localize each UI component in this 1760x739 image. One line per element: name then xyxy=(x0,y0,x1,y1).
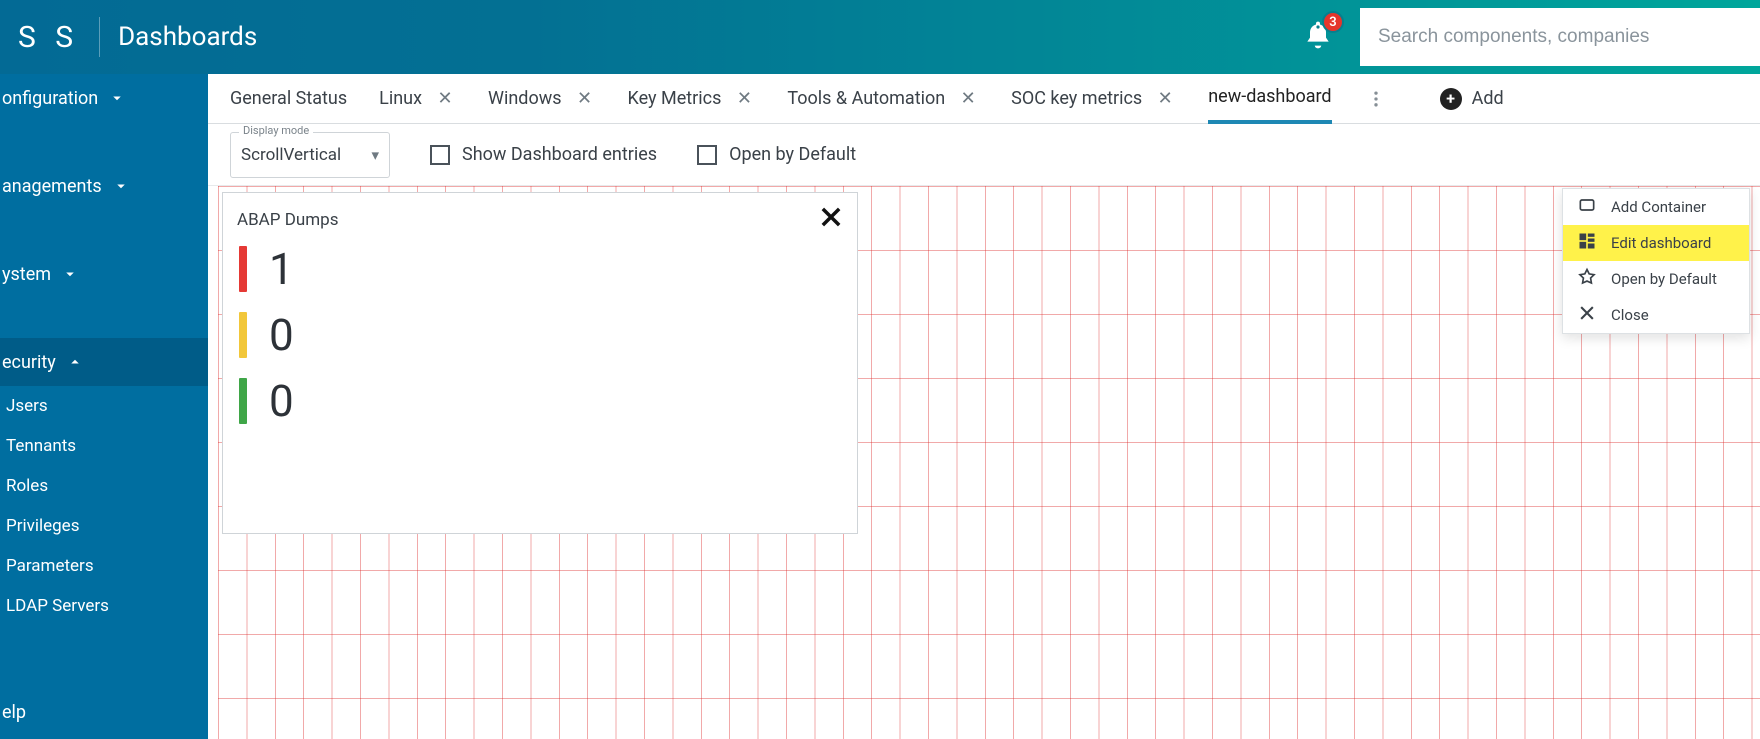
grid-icon xyxy=(1577,231,1597,255)
sidebar-sub-label: Roles xyxy=(6,476,48,496)
menu-label: Add Container xyxy=(1611,198,1706,216)
tab-label: Key Metrics xyxy=(628,88,722,109)
metric-row-red: 1 xyxy=(223,236,857,302)
close-icon[interactable]: ✕ xyxy=(957,88,979,110)
close-icon[interactable]: ✕ xyxy=(1154,88,1176,110)
checkbox-icon xyxy=(697,145,717,165)
tab-soc-key-metrics[interactable]: SOC key metrics ✕ xyxy=(1011,74,1176,124)
sidebar-sub-users[interactable]: Jsers xyxy=(0,386,208,426)
tab-label: SOC key metrics xyxy=(1011,88,1142,109)
add-tab-label: Add xyxy=(1472,88,1504,109)
menu-label: Open by Default xyxy=(1611,270,1717,288)
tab-linux[interactable]: Linux ✕ xyxy=(379,74,456,124)
tab-tools-automation[interactable]: Tools & Automation ✕ xyxy=(787,74,979,124)
close-icon[interactable]: ✕ xyxy=(733,88,755,110)
close-icon[interactable]: ✕ xyxy=(434,88,456,110)
checkbox-label: Open by Default xyxy=(729,144,856,165)
tabs-row: General Status Linux ✕ Windows ✕ Key Met… xyxy=(208,74,1760,124)
metric-row-yellow: 0 xyxy=(223,302,857,368)
sidebar: onfiguration anagements ystem ecurity Js… xyxy=(0,74,208,739)
chevron-down-icon: ▾ xyxy=(371,146,379,164)
page-title: Dashboards xyxy=(118,22,257,52)
search-box[interactable] xyxy=(1360,8,1760,66)
sidebar-sub-label: LDAP Servers xyxy=(6,596,109,616)
tab-more-button[interactable] xyxy=(1364,74,1388,124)
tab-label: Tools & Automation xyxy=(787,88,945,109)
sidebar-sub-label: Parameters xyxy=(6,556,94,576)
sidebar-sub-ldap-servers[interactable]: LDAP Servers xyxy=(0,586,208,626)
dashboard-canvas[interactable]: ABAP Dumps 1 0 0 xyxy=(218,186,1760,739)
sidebar-item-configuration[interactable]: onfiguration xyxy=(0,74,208,122)
toolbar: Display mode ScrollVertical ▾ Show Dashb… xyxy=(208,124,1760,186)
display-mode-legend: Display mode xyxy=(239,124,313,137)
close-icon[interactable]: ✕ xyxy=(574,88,596,110)
tab-general-status[interactable]: General Status xyxy=(230,74,347,124)
chevron-down-icon xyxy=(61,265,79,283)
bell-icon xyxy=(1302,37,1334,55)
widget-close-button[interactable] xyxy=(817,203,845,236)
tab-label: Linux xyxy=(379,88,422,109)
menu-label: Edit dashboard xyxy=(1611,234,1711,252)
chevron-down-icon xyxy=(112,177,130,195)
notifications-button[interactable]: 3 xyxy=(1302,19,1334,55)
sidebar-item-help[interactable]: elp xyxy=(0,688,208,736)
sidebar-item-system[interactable]: ystem xyxy=(0,250,208,298)
notification-badge: 3 xyxy=(1322,11,1344,33)
menu-edit-dashboard[interactable]: Edit dashboard xyxy=(1563,225,1749,261)
status-bar-red-icon xyxy=(239,246,247,292)
checkbox-label: Show Dashboard entries xyxy=(462,144,657,165)
tab-label: General Status xyxy=(230,88,347,109)
sidebar-item-security[interactable]: ecurity xyxy=(0,338,208,386)
sidebar-sub-label: Tennants xyxy=(6,436,76,456)
widget-title: ABAP Dumps xyxy=(237,210,338,230)
tab-new-dashboard[interactable]: new-dashboard xyxy=(1208,74,1331,124)
sidebar-item-label: anagements xyxy=(2,176,102,197)
add-tab-button[interactable]: + Add xyxy=(1440,88,1504,110)
tab-label: Windows xyxy=(488,88,562,109)
checkbox-icon xyxy=(430,145,450,165)
square-icon xyxy=(1577,195,1597,219)
menu-add-container[interactable]: Add Container xyxy=(1563,189,1749,225)
metric-row-green: 0 xyxy=(223,368,857,434)
sidebar-sub-label: Jsers xyxy=(6,396,48,416)
sidebar-sub-roles[interactable]: Roles xyxy=(0,466,208,506)
sidebar-item-label: elp xyxy=(2,702,26,723)
search-input[interactable] xyxy=(1378,26,1742,48)
sidebar-sub-parameters[interactable]: Parameters xyxy=(0,546,208,586)
open-by-default-checkbox[interactable]: Open by Default xyxy=(697,144,856,165)
status-bar-green-icon xyxy=(239,378,247,424)
menu-label: Close xyxy=(1611,306,1649,324)
widget-abap-dumps[interactable]: ABAP Dumps 1 0 0 xyxy=(222,192,858,534)
metric-value: 0 xyxy=(269,375,294,427)
show-dashboard-entries-checkbox[interactable]: Show Dashboard entries xyxy=(430,144,657,165)
sidebar-sub-label: Privileges xyxy=(6,516,79,536)
sidebar-item-label: onfiguration xyxy=(2,88,98,109)
display-mode-select[interactable]: Display mode ScrollVertical ▾ xyxy=(230,132,390,178)
display-mode-value: ScrollVertical xyxy=(241,145,371,165)
star-icon xyxy=(1577,267,1597,291)
brand-separator xyxy=(99,17,100,57)
tab-label: new-dashboard xyxy=(1208,86,1331,107)
tab-windows[interactable]: Windows ✕ xyxy=(488,74,596,124)
sidebar-sub-tenants[interactable]: Tennants xyxy=(0,426,208,466)
menu-close[interactable]: Close xyxy=(1563,297,1749,333)
topbar: S S Dashboards 3 xyxy=(0,0,1760,74)
sidebar-item-label: ystem xyxy=(2,264,51,285)
tab-key-metrics[interactable]: Key Metrics ✕ xyxy=(628,74,756,124)
status-bar-yellow-icon xyxy=(239,312,247,358)
metric-value: 1 xyxy=(269,243,294,295)
metric-value: 0 xyxy=(269,309,294,361)
menu-open-by-default[interactable]: Open by Default xyxy=(1563,261,1749,297)
chevron-down-icon xyxy=(108,89,126,107)
plus-circle-icon: + xyxy=(1440,88,1462,110)
chevron-up-icon xyxy=(66,353,84,371)
close-icon xyxy=(1577,303,1597,327)
sidebar-item-managements[interactable]: anagements xyxy=(0,162,208,210)
sidebar-sub-privileges[interactable]: Privileges xyxy=(0,506,208,546)
tab-actions-menu: Add Container Edit dashboard Open by Def… xyxy=(1562,188,1750,334)
sidebar-item-label: ecurity xyxy=(2,352,56,373)
brand-suffix: S S xyxy=(10,20,93,55)
main: General Status Linux ✕ Windows ✕ Key Met… xyxy=(208,74,1760,739)
